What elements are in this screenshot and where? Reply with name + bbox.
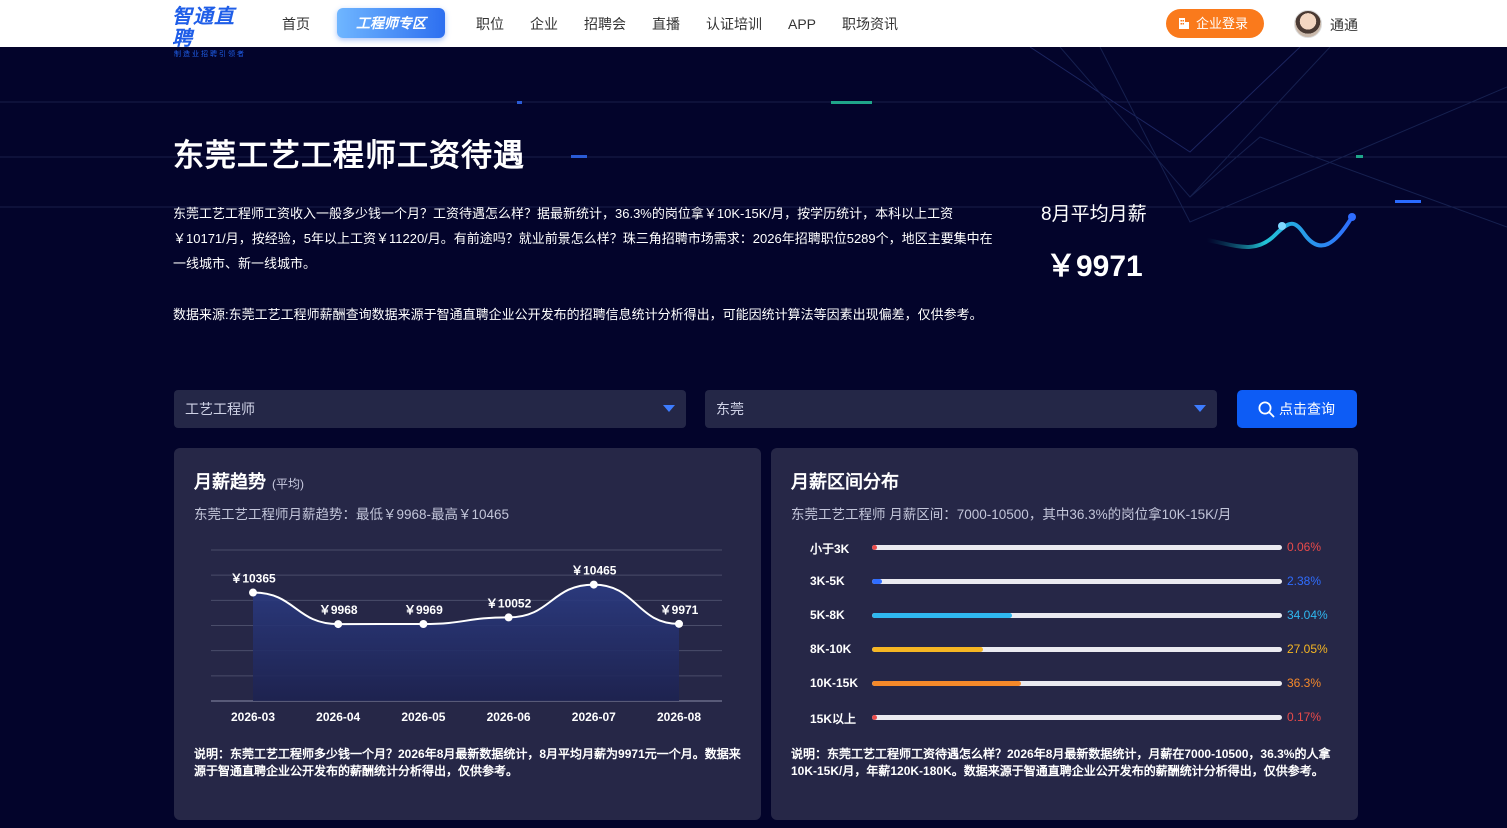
nav-item-app[interactable]: APP — [788, 15, 816, 33]
logo-text: 智通直聘 — [172, 6, 235, 50]
nav-item-job-fair[interactable]: 招聘会 — [584, 15, 626, 33]
page-title: 东莞工艺工程师工资待遇 — [173, 138, 525, 173]
distribution-track — [872, 715, 1282, 720]
hero-description: 东莞工艺工程师工资收入一般多少钱一个月？工资待遇怎么样？据最新统计，36.3%的… — [173, 206, 993, 271]
x-tick-label: 2026-07 — [572, 710, 616, 724]
wave-decoration-icon — [1205, 213, 1356, 249]
trend-point-2026-05[interactable] — [419, 619, 428, 628]
trend-data-label: ￥10465 — [571, 564, 617, 578]
top-nav: 智通直聘 制造业招聘引领者 首页 工程师专区 职位 企业 招聘会 直播 认证培训… — [0, 0, 1507, 58]
distribution-bar — [872, 579, 882, 584]
distribution-track — [872, 681, 1282, 686]
trend-point-2026-08[interactable] — [675, 619, 683, 628]
nav-engineer-zone[interactable]: 工程师专区 — [337, 8, 445, 38]
company-login-label: 企业登录 — [1196, 16, 1249, 31]
distribution-track — [872, 579, 1282, 584]
distribution-row: 8K-10K 27.05% — [771, 640, 1358, 660]
nav-item-career-news[interactable]: 职场资讯 — [842, 15, 898, 33]
distribution-bar — [872, 647, 983, 652]
distribution-percent-label: 0.06% — [1287, 540, 1322, 554]
chevron-down-icon — [663, 405, 675, 412]
distribution-category-label: 10K-15K — [810, 676, 859, 690]
distribution-category-label: 5K-8K — [810, 608, 845, 622]
trend-title: 月薪趋势 (平均) — [194, 468, 304, 494]
distribution-track — [872, 647, 1282, 652]
distribution-category-label: 小于3K — [810, 542, 850, 556]
distribution-bar — [872, 715, 877, 720]
building-icon — [1179, 18, 1189, 29]
salary-trend-chart: ￥10365 ￥9968 ￥9969 ￥10052 ￥10465 ￥9971 2026-0… — [211, 549, 722, 724]
distribution-track — [872, 613, 1282, 618]
trend-note: 说明：东莞工艺工程师多少钱一个月？2026年8月最新数据统计，8月平均月薪为99… — [194, 747, 741, 778]
distribution-percent-label: 0.17% — [1287, 710, 1322, 724]
distribution-row: 小于3K 0.06% — [771, 538, 1358, 558]
trend-point-2026-06[interactable] — [504, 613, 513, 622]
city-select[interactable]: 东莞 — [705, 390, 1217, 428]
distribution-category-label: 3K-5K — [810, 574, 845, 588]
distribution-category-label: 8K-10K — [810, 642, 852, 656]
search-icon — [1258, 401, 1275, 418]
trend-data-label: ￥10365 — [230, 572, 276, 586]
distribution-row: 5K-8K 34.04% — [771, 606, 1358, 626]
trend-title-note: (平均) — [272, 477, 304, 491]
search-button[interactable]: 点击查询 — [1237, 390, 1357, 428]
city-select-value: 东莞 — [716, 401, 744, 417]
distribution-row: 10K-15K 36.3% — [771, 674, 1358, 694]
distribution-subtitle: 东莞工艺工程师 月薪区间：7000-10500，其中36.3%的岗位拿10K-1… — [791, 507, 1232, 522]
distribution-percent-label: 36.3% — [1287, 676, 1322, 690]
distribution-percent-label: 2.38% — [1287, 574, 1322, 588]
avg-salary-label: 8月平均月薪 — [1041, 204, 1147, 225]
distribution-track — [872, 545, 1282, 550]
trend-title-text: 月薪趋势 — [194, 472, 266, 492]
nav-item-jobs[interactable]: 职位 — [476, 15, 504, 33]
nav-item-training[interactable]: 认证培训 — [706, 15, 762, 33]
trend-data-label: ￥9969 — [404, 603, 443, 617]
distribution-category-label: 15K以上 — [810, 712, 857, 726]
x-tick-label: 2026-08 — [657, 710, 701, 724]
distribution-percent-label: 34.04% — [1287, 608, 1328, 622]
distribution-row: 15K以上 0.17% — [771, 708, 1358, 728]
salary-trend-panel: 月薪趋势 (平均) 东莞工艺工程师月薪趋势：最低￥9968-最高￥10465 ￥1… — [174, 448, 761, 820]
x-tick-label: 2026-03 — [231, 710, 275, 724]
trend-point-2026-07[interactable] — [589, 580, 598, 589]
distribution-note: 说明：东莞工艺工程师工资待遇怎么样？2026年8月最新数据统计，月薪在7000-… — [791, 747, 1331, 778]
chevron-down-icon — [1194, 405, 1206, 412]
avg-salary-value: ￥9971 — [1046, 250, 1143, 283]
trend-point-2026-03[interactable] — [249, 588, 257, 597]
nav-item-home[interactable]: 首页 — [282, 15, 310, 33]
distribution-bar — [872, 613, 1012, 618]
distribution-bar — [872, 545, 877, 550]
trend-subtitle: 东莞工艺工程师月薪趋势：最低￥9968-最高￥10465 — [194, 507, 510, 522]
user-name[interactable]: 通通 — [1330, 15, 1358, 35]
company-login-button[interactable]: 企业登录 — [1166, 9, 1264, 38]
logo[interactable]: 智通直聘 制造业招聘引领者 — [172, 6, 254, 58]
trend-area — [253, 584, 679, 701]
x-tick-label: 2026-04 — [316, 710, 360, 724]
trend-data-label: ￥9971 — [660, 603, 699, 617]
trend-point-2026-04[interactable] — [334, 620, 343, 629]
job-select-value: 工艺工程师 — [185, 401, 255, 417]
nav-item-live[interactable]: 直播 — [652, 15, 680, 33]
nav-item-companies[interactable]: 企业 — [530, 15, 558, 33]
salary-distribution-panel: 月薪区间分布 东莞工艺工程师 月薪区间：7000-10500，其中36.3%的岗… — [771, 448, 1358, 820]
data-source-note: 数据来源:东莞工艺工程师薪酬查询数据来源于智通直聘企业公开发布的招聘信息统计分析… — [173, 307, 983, 322]
avatar[interactable] — [1294, 10, 1322, 38]
x-tick-label: 2026-06 — [487, 710, 531, 724]
trend-data-label: ￥10052 — [486, 596, 532, 610]
job-select[interactable]: 工艺工程师 — [174, 390, 686, 428]
distribution-percent-label: 27.05% — [1287, 642, 1328, 656]
search-button-label: 点击查询 — [1279, 401, 1335, 417]
trend-data-label: ￥9968 — [319, 603, 358, 617]
distribution-title: 月薪区间分布 — [791, 472, 899, 492]
distribution-row: 3K-5K 2.38% — [771, 572, 1358, 592]
x-tick-label: 2026-05 — [401, 710, 445, 724]
distribution-bar — [872, 681, 1021, 686]
